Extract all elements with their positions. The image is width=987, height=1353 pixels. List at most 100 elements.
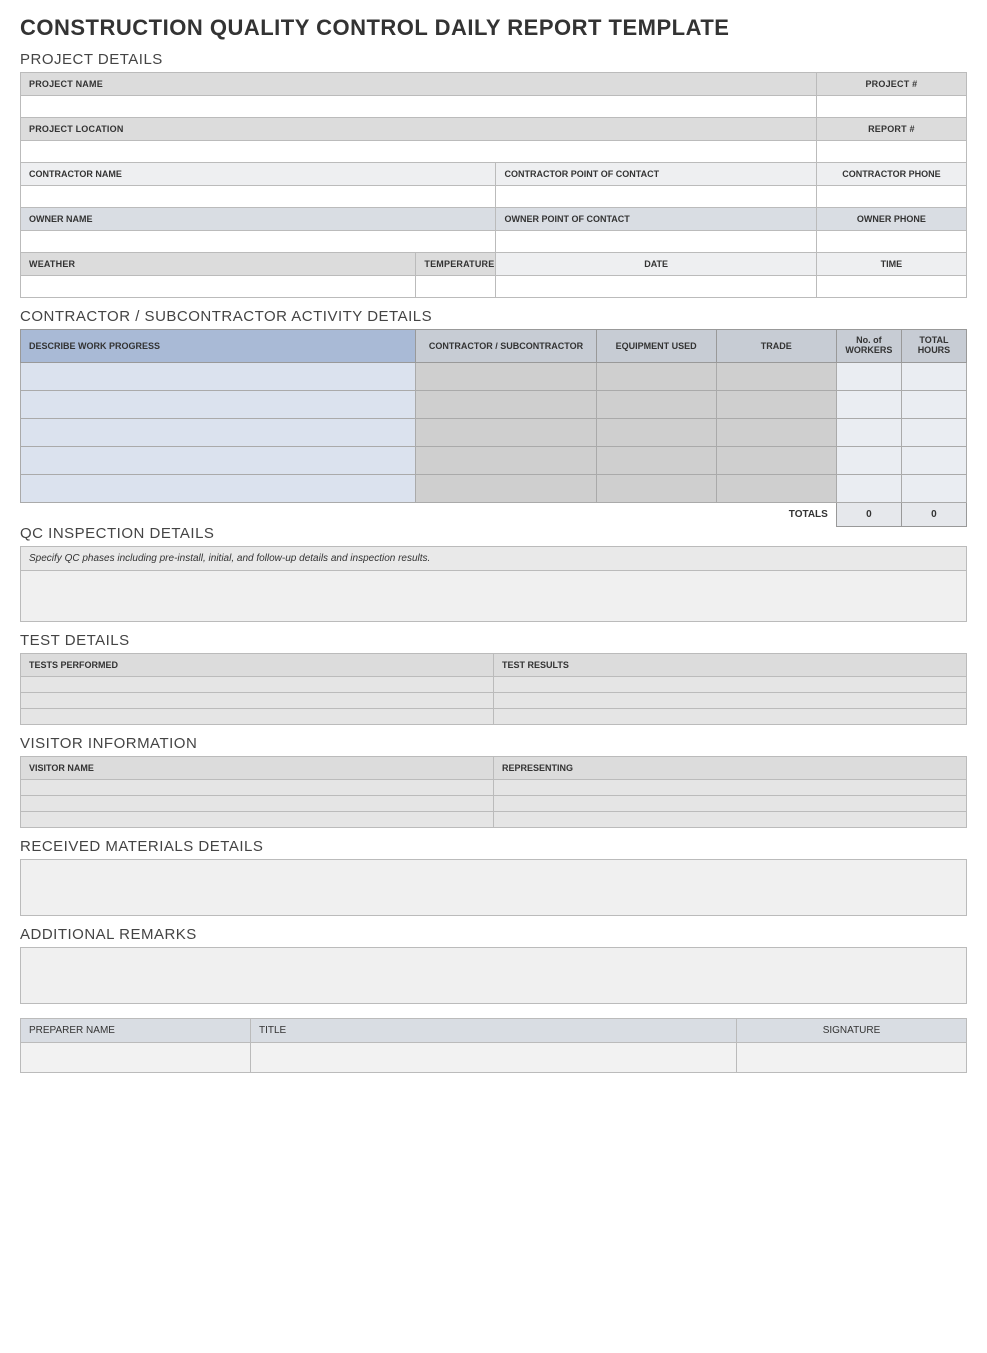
- input-activity-hours[interactable]: [901, 362, 966, 390]
- input-activity-progress[interactable]: [21, 362, 416, 390]
- input-activity-progress[interactable]: [21, 418, 416, 446]
- signature-table: PREPARER NAME TITLE SIGNATURE: [20, 1018, 967, 1073]
- input-test-performed[interactable]: [21, 708, 494, 724]
- input-activity-hours[interactable]: [901, 446, 966, 474]
- col-tests-performed: TESTS PERFORMED: [21, 653, 494, 676]
- col-visitor-name: VISITOR NAME: [21, 756, 494, 779]
- input-project-no[interactable]: [816, 96, 966, 118]
- input-activity-trade[interactable]: [716, 418, 836, 446]
- label-contractor-phone: CONTRACTOR PHONE: [816, 163, 966, 186]
- input-activity-contractor[interactable]: [416, 362, 596, 390]
- test-table: TESTS PERFORMED TEST RESULTS: [20, 653, 967, 725]
- visitor-row: [21, 795, 967, 811]
- test-row: [21, 692, 967, 708]
- input-visitor-representing[interactable]: [494, 779, 967, 795]
- input-activity-hours[interactable]: [901, 390, 966, 418]
- input-title[interactable]: [251, 1042, 737, 1072]
- col-hours: TOTAL HOURS: [901, 330, 966, 363]
- input-activity-workers[interactable]: [836, 390, 901, 418]
- input-visitor-name[interactable]: [21, 779, 494, 795]
- input-date[interactable]: [496, 276, 816, 298]
- input-project-location[interactable]: [21, 141, 817, 163]
- signature-row: [21, 1042, 967, 1072]
- section-heading-materials: RECEIVED MATERIALS DETAILS: [20, 838, 967, 855]
- test-row: [21, 676, 967, 692]
- input-test-results[interactable]: [494, 708, 967, 724]
- input-test-results[interactable]: [494, 692, 967, 708]
- input-signature[interactable]: [737, 1042, 967, 1072]
- input-test-performed[interactable]: [21, 692, 494, 708]
- input-activity-hours[interactable]: [901, 474, 966, 502]
- input-remarks[interactable]: [20, 947, 967, 1004]
- input-activity-progress[interactable]: [21, 446, 416, 474]
- section-heading-remarks: ADDITIONAL REMARKS: [20, 926, 967, 943]
- label-owner-name: OWNER NAME: [21, 208, 496, 231]
- input-temperature[interactable]: [416, 276, 496, 298]
- input-contractor-poc[interactable]: [496, 186, 816, 208]
- input-qc-details[interactable]: [20, 571, 967, 622]
- input-activity-equipment[interactable]: [596, 474, 716, 502]
- input-activity-progress[interactable]: [21, 474, 416, 502]
- input-activity-contractor[interactable]: [416, 446, 596, 474]
- col-representing: REPRESENTING: [494, 756, 967, 779]
- section-heading-test: TEST DETAILS: [20, 632, 967, 649]
- visitor-row: [21, 811, 967, 827]
- activity-row: [21, 362, 967, 390]
- input-weather[interactable]: [21, 276, 416, 298]
- visitor-row: [21, 779, 967, 795]
- input-activity-hours[interactable]: [901, 418, 966, 446]
- input-activity-trade[interactable]: [716, 390, 836, 418]
- activity-row: [21, 474, 967, 502]
- totals-workers: 0: [836, 502, 901, 526]
- input-visitor-representing[interactable]: [494, 795, 967, 811]
- input-activity-workers[interactable]: [836, 446, 901, 474]
- input-activity-equipment[interactable]: [596, 390, 716, 418]
- input-activity-contractor[interactable]: [416, 390, 596, 418]
- input-time[interactable]: [816, 276, 966, 298]
- label-contractor-poc: CONTRACTOR POINT OF CONTACT: [496, 163, 816, 186]
- input-test-results[interactable]: [494, 676, 967, 692]
- label-preparer-name: PREPARER NAME: [21, 1018, 251, 1042]
- input-owner-name[interactable]: [21, 231, 496, 253]
- input-report-no[interactable]: [816, 141, 966, 163]
- input-activity-trade[interactable]: [716, 474, 836, 502]
- input-activity-progress[interactable]: [21, 390, 416, 418]
- input-contractor-name[interactable]: [21, 186, 496, 208]
- input-activity-workers[interactable]: [836, 418, 901, 446]
- input-visitor-name[interactable]: [21, 811, 494, 827]
- label-temperature: TEMPERATURE: [416, 253, 496, 276]
- totals-hours: 0: [901, 502, 966, 526]
- label-report-no: REPORT #: [816, 118, 966, 141]
- label-owner-phone: OWNER PHONE: [816, 208, 966, 231]
- input-visitor-name[interactable]: [21, 795, 494, 811]
- label-contractor-name: CONTRACTOR NAME: [21, 163, 496, 186]
- input-owner-phone[interactable]: [816, 231, 966, 253]
- input-activity-equipment[interactable]: [596, 362, 716, 390]
- input-activity-equipment[interactable]: [596, 418, 716, 446]
- col-workers: No. of WORKERS: [836, 330, 901, 363]
- label-time: TIME: [816, 253, 966, 276]
- project-details-table: PROJECT NAME PROJECT # PROJECT LOCATION …: [20, 72, 967, 298]
- section-heading-visitor: VISITOR INFORMATION: [20, 735, 967, 752]
- input-activity-contractor[interactable]: [416, 474, 596, 502]
- input-activity-trade[interactable]: [716, 362, 836, 390]
- input-activity-workers[interactable]: [836, 474, 901, 502]
- input-test-performed[interactable]: [21, 676, 494, 692]
- activity-row: [21, 390, 967, 418]
- input-materials[interactable]: [20, 859, 967, 916]
- input-visitor-representing[interactable]: [494, 811, 967, 827]
- input-activity-trade[interactable]: [716, 446, 836, 474]
- input-contractor-phone[interactable]: [816, 186, 966, 208]
- input-preparer-name[interactable]: [21, 1042, 251, 1072]
- activity-row: [21, 446, 967, 474]
- input-activity-equipment[interactable]: [596, 446, 716, 474]
- activity-row: [21, 418, 967, 446]
- input-owner-poc[interactable]: [496, 231, 816, 253]
- input-activity-contractor[interactable]: [416, 418, 596, 446]
- input-activity-workers[interactable]: [836, 362, 901, 390]
- input-project-name[interactable]: [21, 96, 817, 118]
- col-contractor: CONTRACTOR / SUBCONTRACTOR: [416, 330, 596, 363]
- activity-table: DESCRIBE WORK PROGRESS CONTRACTOR / SUBC…: [20, 329, 967, 527]
- col-progress: DESCRIBE WORK PROGRESS: [21, 330, 416, 363]
- col-test-results: TEST RESULTS: [494, 653, 967, 676]
